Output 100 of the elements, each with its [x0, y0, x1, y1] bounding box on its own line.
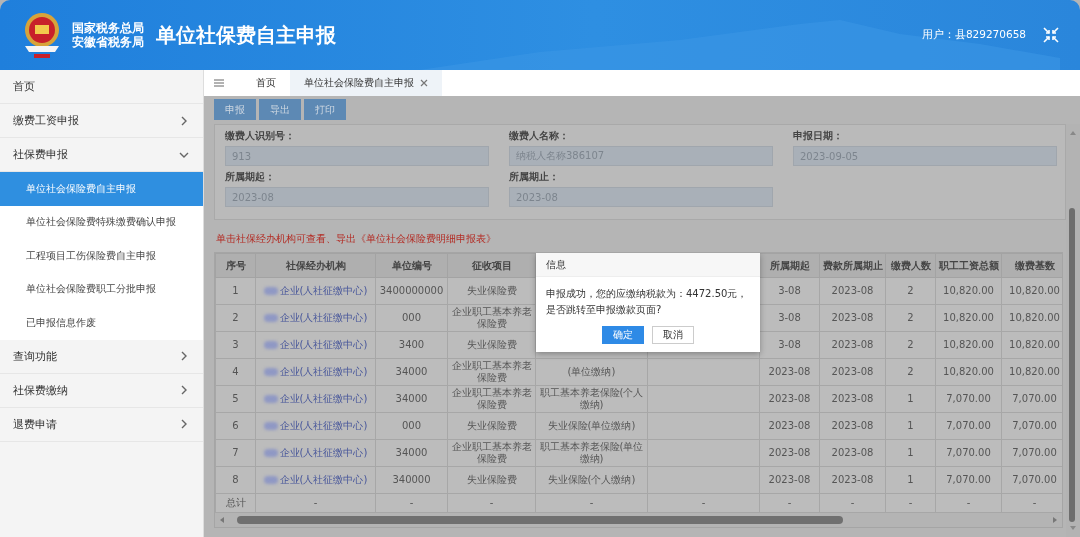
table-cell: 2023-08: [768, 447, 811, 458]
table-cell: 10,820.00: [943, 285, 994, 296]
table-cell: 企业职工基本养老保险费: [451, 306, 532, 329]
sidebar-item[interactable]: 退费申请: [0, 407, 203, 442]
table-cell: 2: [232, 312, 239, 323]
table-cell: 企业职工基本养老保险费: [451, 441, 532, 464]
table-cell: 4: [232, 366, 239, 377]
hint-text: 单击社保经办机构可查看、导出《单位社会保险费明细申报表》: [216, 232, 497, 246]
sidebar-subitem[interactable]: 单位社会保险费特殊缴费确认申报: [0, 205, 203, 239]
table-cell: 2023-08: [831, 285, 874, 296]
table-cell: 1: [907, 393, 914, 404]
table-cell: 2023-08: [831, 312, 874, 323]
table-cell: 10,820.00: [1009, 339, 1060, 350]
menu-icon[interactable]: [214, 79, 224, 87]
table-cell: 职工基本养老保险(单位缴纳): [539, 441, 644, 464]
tab[interactable]: 单位社会保险费自主申报: [290, 70, 442, 96]
field-label: 所属期起：: [225, 170, 276, 183]
table-cell: 7,070.00: [946, 474, 991, 485]
sidebar-subitem[interactable]: 已申报信息作废: [0, 306, 203, 340]
column-header: 所属期起: [759, 253, 820, 278]
sidebar-item[interactable]: 查询功能: [0, 339, 203, 374]
column-header: 职工工资总额: [935, 253, 1002, 278]
table-cell: 总计: [225, 497, 246, 508]
table-cell: 失业保险费: [466, 474, 517, 485]
redaction-smudge: [263, 340, 278, 349]
organization-name: 国家税务总局: [72, 21, 144, 35]
table-cell: 10,820.00: [1009, 312, 1060, 323]
sidebar-subitem[interactable]: 单位社会保险费职工分批申报: [0, 272, 203, 306]
field-label: 缴费人识别号：: [225, 129, 296, 142]
close-icon[interactable]: [420, 79, 428, 87]
table-cell: 7: [232, 447, 239, 458]
table-cell: 2: [907, 312, 914, 323]
table-cell: 7,070.00: [1012, 474, 1057, 485]
table-cell: 失业保险费: [466, 339, 517, 350]
toolbar-button[interactable]: 打印: [304, 99, 346, 120]
table-cell: 1: [232, 285, 239, 296]
right-arrow-icon: [1052, 516, 1058, 524]
table-cell: 1: [907, 474, 914, 485]
scrollbar-thumb[interactable]: [237, 516, 844, 524]
table-cell: -: [701, 497, 706, 508]
table-cell: 2: [907, 285, 914, 296]
table-cell: 6: [232, 420, 239, 431]
tab[interactable]: 首页: [242, 70, 290, 96]
table-cell: 10,820.00: [1009, 366, 1060, 377]
table-cell: 2023-08: [831, 393, 874, 404]
table-cell: -: [787, 497, 792, 508]
redaction-smudge: [263, 475, 278, 484]
sidebar-subitem[interactable]: 单位社会保险费自主申报: [0, 172, 203, 206]
column-header: 征收项目: [447, 253, 536, 278]
table-cell: 10,820.00: [943, 366, 994, 377]
redaction-smudge: [263, 448, 278, 457]
table-cell: 7,070.00: [1012, 420, 1057, 431]
sidebar-item[interactable]: 缴费工资申报: [0, 104, 203, 138]
sidebar-item[interactable]: 社保费缴纳: [0, 373, 203, 408]
table-cell: 失业保险(单位缴纳): [547, 420, 636, 431]
cancel-button[interactable]: 取消: [652, 326, 694, 344]
table-cell: 企业职工基本养老保险费: [451, 387, 532, 410]
table-cell: 2023-08: [831, 339, 874, 350]
redaction-smudge: [263, 394, 278, 403]
table-cell: -: [313, 497, 318, 508]
column-header: 费款所属期止: [819, 253, 886, 278]
dialog-message: 申报成功，您的应缴纳税款为：4472.50元，是否跳转至申报缴款页面?: [545, 287, 749, 317]
fullscreen-icon[interactable]: [1042, 26, 1060, 44]
table-cell: 340000: [392, 474, 431, 485]
emblem-icon: [22, 10, 62, 60]
table-cell: -: [1032, 497, 1037, 508]
app-title: 单位社保费自主申报: [156, 21, 336, 49]
table-cell: 34000: [395, 366, 428, 377]
table-cell: 10,820.00: [1009, 285, 1060, 296]
table-cell: 2023-08: [831, 447, 874, 458]
table-cell: 2023-08: [831, 420, 874, 431]
redaction-smudge: [263, 367, 278, 376]
table-cell: 企业职工基本养老保险费: [451, 360, 532, 383]
scrollbar-thumb[interactable]: [1069, 207, 1075, 522]
table-cell: 2023-08: [831, 474, 874, 485]
redaction-smudge: [263, 421, 278, 430]
toolbar-button[interactable]: 导出: [259, 99, 301, 120]
table-cell: 失业保险费: [466, 420, 517, 431]
table-cell: 3: [232, 339, 239, 350]
sidebar-subitem[interactable]: 工程项目工伤保险费自主申报: [0, 239, 203, 273]
table-cell: -: [966, 497, 971, 508]
table-cell: 3400: [398, 339, 425, 350]
column-header: 缴费基数: [1001, 253, 1062, 278]
column-header: 序号: [215, 253, 256, 278]
table-cell: 3-08: [778, 312, 801, 323]
table-cell: 10,820.00: [943, 339, 994, 350]
table-cell: -: [489, 497, 494, 508]
table-cell: 2023-08: [768, 420, 811, 431]
sidebar-item[interactable]: 首页: [0, 70, 203, 104]
column-header: 单位编号: [375, 253, 448, 278]
table-cell: 7,070.00: [946, 420, 991, 431]
horizontal-scrollbar[interactable]: [215, 513, 1062, 527]
table-cell: 7,070.00: [946, 393, 991, 404]
confirm-button[interactable]: 确定: [602, 326, 644, 344]
table-cell: 000: [401, 420, 422, 431]
toolbar-button[interactable]: 申报: [214, 99, 256, 120]
table-cell: 34000: [395, 393, 428, 404]
table-cell: 8: [232, 474, 239, 485]
redaction-smudge: [263, 313, 278, 322]
table-cell: 000: [401, 312, 422, 323]
